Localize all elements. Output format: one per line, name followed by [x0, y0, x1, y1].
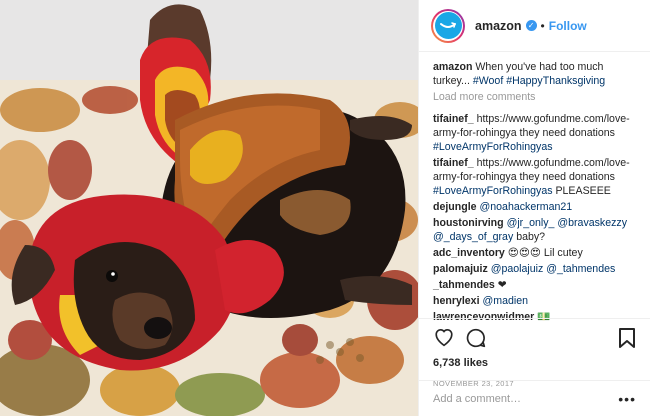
comment-icon[interactable]	[465, 327, 487, 349]
comment-username[interactable]: henrylexi	[433, 295, 480, 307]
comment-tail: baby?	[513, 231, 546, 243]
comment-input[interactable]	[433, 392, 619, 405]
red-heart-icon: ❤	[497, 279, 507, 291]
comment-item: _tahmendes ❤	[433, 278, 640, 292]
post-header: amazon ✓ • Follow	[419, 0, 650, 52]
comment-username[interactable]: palomajuiz	[433, 263, 488, 275]
amazon-logo-icon	[434, 12, 462, 39]
comment-item: adc_inventory 😍😍😍 Lil cutey	[433, 246, 640, 260]
comment-username[interactable]: _tahmendes	[433, 279, 495, 291]
caption-hashtags[interactable]: #Woof #HappyThanksgiving	[473, 75, 605, 87]
load-more-comments-link[interactable]: Load more comments	[433, 90, 640, 104]
more-options-button[interactable]: •••	[618, 391, 636, 407]
comment-item: henrylexi @madien	[433, 294, 640, 308]
bookmark-icon[interactable]	[616, 327, 638, 349]
avatar[interactable]	[431, 8, 465, 43]
comment-mention[interactable]: @noahackerman21	[480, 201, 573, 213]
post-side-panel: amazon ✓ • Follow amazon When you've had…	[418, 0, 650, 416]
comment-mention[interactable]: @paolajuiz @_tahmendes	[491, 263, 616, 275]
comment-username[interactable]: tifainef_	[433, 157, 474, 169]
separator-dot: •	[540, 18, 545, 33]
post-actions: 6,738 likes NOVEMBER 23, 2017	[419, 318, 650, 388]
comment-item: dejungle @noahackerman21	[433, 200, 640, 214]
comment-item: tifainef_ https://www.gofundme.com/love-…	[433, 112, 640, 154]
add-comment-bar: •••	[419, 380, 650, 416]
comment-mention[interactable]: @madien	[482, 295, 528, 307]
comment-emoji: 😍😍😍	[507, 247, 541, 259]
comment-tail: PLEASEEE	[552, 185, 611, 197]
comment-item: houstonirving @jr_only_ @bravaskezzy @_d…	[433, 216, 640, 244]
comment-tail: Lil cutey	[540, 247, 583, 259]
caption-username[interactable]: amazon	[433, 61, 472, 73]
comment-username[interactable]: tifainef_	[433, 113, 474, 125]
dachshund-turkey-costume-image	[0, 0, 418, 416]
comment-username[interactable]: adc_inventory	[433, 247, 505, 259]
username-link[interactable]: amazon	[475, 19, 522, 33]
comment-item: palomajuiz @paolajuiz @_tahmendes	[433, 262, 640, 276]
comment-item: tifainef_ https://www.gofundme.com/love-…	[433, 156, 640, 198]
follow-button[interactable]: Follow	[549, 19, 587, 33]
heart-icon[interactable]	[433, 327, 455, 349]
like-count[interactable]: 6,738 likes	[433, 357, 638, 369]
comment-username[interactable]: houstonirving	[433, 217, 504, 229]
post-photo[interactable]	[0, 0, 418, 416]
caption: amazon When you've had too much turkey..…	[433, 60, 640, 88]
comment-hashtag[interactable]: #LoveArmyForRohingyas	[433, 141, 553, 153]
verified-badge-icon: ✓	[525, 20, 537, 31]
comments-list: amazon When you've had too much turkey..…	[433, 60, 640, 326]
comment-username[interactable]: dejungle	[433, 201, 477, 213]
comment-hashtag[interactable]: #LoveArmyForRohingyas	[433, 185, 553, 197]
